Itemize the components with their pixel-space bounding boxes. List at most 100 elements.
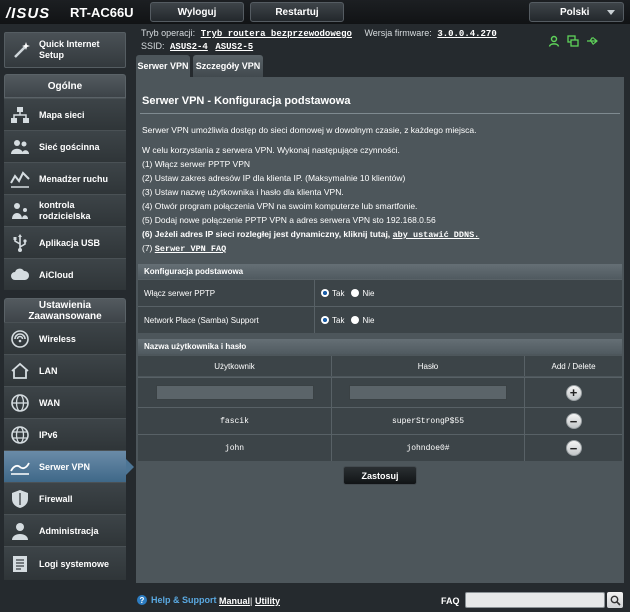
password-cell: superStrongP$55 [332,408,525,434]
delete-user-button[interactable]: − [565,440,582,456]
sidebar-item-ipv6[interactable]: IPv6 [4,418,126,450]
samba-support-label: Network Place (Samba) Support [144,316,259,325]
steps-intro-text: W celu korzystania z serwera VPN. Wykona… [142,145,400,155]
sidebar-item-label: Mapa sieci [39,109,85,120]
usb-status-icon[interactable] [586,35,598,47]
sidebar-item-label: Administracja [39,525,99,536]
sidebar-item-usb-application[interactable]: Aplikacja USB [4,226,126,258]
new-username-input[interactable] [155,385,314,400]
sidebar-item-label: Menadżer ruchu [39,173,109,184]
advanced-section-header: Ustawienia Zaawansowane [4,298,126,324]
sidebar-item-traffic-manager[interactable]: Menadżer ruchu [4,162,126,194]
quick-internet-setup-button[interactable]: Quick Internet Setup [4,32,126,68]
sidebar-item-parental-control[interactable]: kontrola rodzicielska [4,194,126,226]
sidebar-item-label: LAN [39,365,58,376]
utility-link[interactable]: Utility [255,596,280,606]
sidebar-item-label: AiCloud [39,269,74,280]
firewall-icon [9,488,31,510]
help-support-link[interactable]: ? Help & Support [137,595,217,605]
step-text: (3) Ustaw nazwę użytkownika i hasło dla … [142,187,344,197]
step-text: (1) Włącz serwer PPTP VPN [142,159,251,169]
parental-control-icon [9,200,31,222]
sidebar-item-label: Firewall [39,493,73,504]
general-section-header: Ogólne [4,74,126,98]
wand-icon [11,39,33,61]
help-icon: ? [137,595,147,605]
operation-mode-line: Tryb operacji: Tryb routera bezprzewodow… [141,28,497,39]
sidebar-item-label: Sieć gościnna [39,141,100,152]
pptp-no-label: Nie [362,288,375,298]
firmware-link[interactable]: 3.0.0.4.270 [437,29,496,39]
language-select[interactable]: Polski [529,2,624,22]
column-add-delete: Add / Delete [551,361,596,371]
traffic-manager-icon [9,168,31,190]
faq-search-input[interactable] [465,592,605,608]
sidebar-item-label: Logi systemowe [39,558,110,569]
sidebar-item-administration[interactable]: Administracja [4,514,126,546]
sidebar-item-aicloud[interactable]: AiCloud [4,258,126,290]
admin-icon [9,520,31,542]
wireless-icon [9,328,31,350]
step-7-line: (7) Serwer VPN FAQ [142,243,226,254]
syslog-icon [9,553,31,575]
client-status-icon[interactable] [548,35,560,47]
samba-no-radio[interactable] [351,316,360,324]
sidebar-item-guest-network[interactable]: Sieć gościnna [4,130,126,162]
sidebar-item-label: kontrola rodzicielska [39,199,91,221]
pptp-no-radio[interactable] [351,289,360,297]
new-user-row: + [138,377,622,407]
delete-user-button[interactable]: − [565,413,582,429]
sidebar-item-firewall[interactable]: Firewall [4,482,126,514]
ssid-link-2g[interactable]: ASUS2-4 [170,42,208,52]
logout-button[interactable]: Wyloguj [150,2,244,22]
manual-link[interactable]: Manual [219,596,250,606]
sidebar-item-vpn-server[interactable]: Serwer VPN [4,450,134,482]
new-password-input[interactable] [349,385,507,400]
samba-yes-radio[interactable] [321,316,329,324]
restart-button[interactable]: Restartuj [250,2,344,22]
page-title: Serwer VPN - Konfiguracja podstawowa [142,95,351,107]
tab-vpn-details[interactable]: Szczegóły VPN [193,55,263,77]
firmware-label: Wersja firmware: [364,28,432,38]
step-text: (5) Dodaj nowe połączenie PPTP VPN a adr… [142,215,436,225]
step-6-line: (6) Jeżeli adres IP sieci rozległej jest… [142,229,479,240]
network-status-icon[interactable] [567,35,579,47]
pptp-yes-radio[interactable] [321,289,329,297]
language-value: Polski [560,6,590,18]
vpn-faq-link[interactable]: Serwer VPN FAQ [155,244,226,254]
faq-search-button[interactable] [607,592,623,608]
asus-logo: /ISUS [6,5,51,22]
sidebar-item-label: Serwer VPN [39,461,91,472]
basic-config-header: Konfiguracja podstawowa [138,264,622,279]
sidebar-item-label: WAN [39,397,60,408]
samba-support-radio-group: Tak Nie [314,307,620,333]
footer: ? Help & Support Manual | Utility FAQ [0,589,630,612]
samba-no-label: Nie [362,315,375,325]
sidebar-item-label: IPv6 [39,429,58,440]
step-7-number: (7) [142,243,153,253]
table-row: john johndoe0# − [138,434,622,461]
faq-label: FAQ [441,596,460,606]
add-user-button[interactable]: + [565,384,582,401]
pptp-yes-label: Tak [332,288,345,298]
sidebar-item-wan[interactable]: WAN [4,386,126,418]
aicloud-icon [9,264,31,286]
top-bar: /ISUS RT-AC66U Wyloguj Restartuj Polski [0,0,630,24]
operation-mode-link[interactable]: Tryb routera bezprzewodowego [201,29,352,39]
pptp-enable-radio-group: Tak Nie [314,280,620,306]
ddns-link[interactable]: aby ustawić DDNS. [393,230,480,240]
usb-app-icon [9,232,31,254]
sidebar-item-system-log[interactable]: Logi systemowe [4,546,126,580]
ssid-link-5g[interactable]: ASUS2-5 [215,42,253,52]
tab-vpn-server[interactable]: Serwer VPN [136,55,190,77]
lan-icon [9,360,31,382]
apply-button[interactable]: Zastosuj [343,466,417,485]
sidebar-item-lan[interactable]: LAN [4,354,126,386]
guest-network-icon [9,136,31,158]
sidebar-item-network-map[interactable]: Mapa sieci [4,98,126,130]
sidebar-item-wireless[interactable]: Wireless [4,322,126,354]
password-cell: johndoe0# [332,435,525,461]
ssid-line: SSID: ASUS2-4 ASUS2-5 [141,41,253,52]
network-map-icon [9,104,31,126]
pptp-enable-row: Włącz serwer PPTP Tak Nie [138,279,622,306]
